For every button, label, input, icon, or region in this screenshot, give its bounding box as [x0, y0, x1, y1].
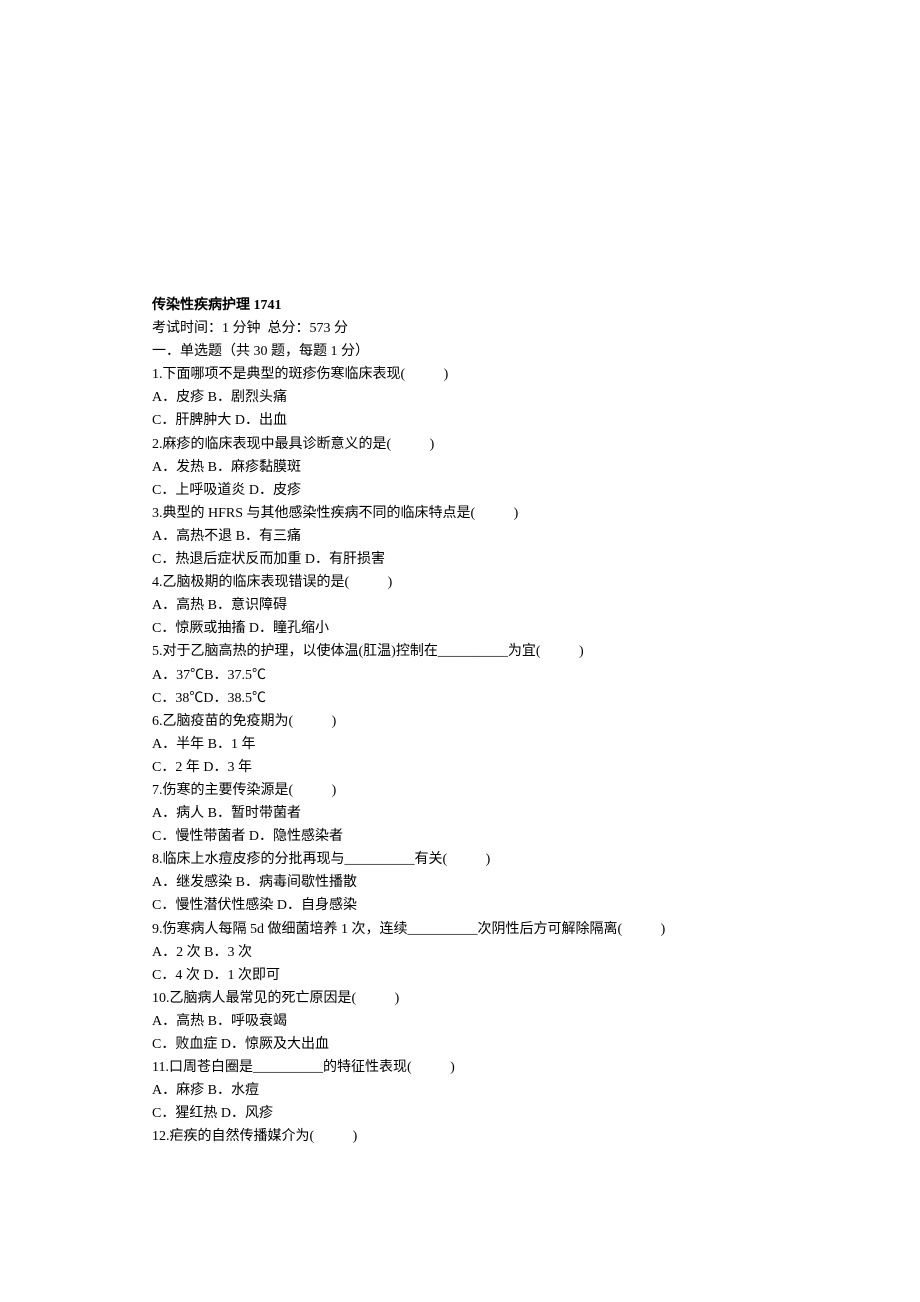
question-text: 12.疟疾的自然传播媒介为( )	[152, 1125, 768, 1148]
options-row-1: A．高热 B．意识障碍	[152, 594, 768, 617]
question-text: 3.典型的 HFRS 与其他感染性疾病不同的临床特点是( )	[152, 502, 768, 525]
options-row-2: C．肝脾肿大 D．出血	[152, 409, 768, 432]
options-row-2: C．猩红热 D．风疹	[152, 1102, 768, 1125]
options-row-1: A．麻疹 B．水痘	[152, 1079, 768, 1102]
options-row-2: C．热退后症状反而加重 D．有肝损害	[152, 548, 768, 571]
options-row-2: C．慢性带菌者 D．隐性感染者	[152, 825, 768, 848]
question-1: 1.下面哪项不是典型的斑疹伤寒临床表现( ) A．皮疹 B．剧烈头痛 C．肝脾肿…	[152, 363, 768, 432]
question-text: 7.伤寒的主要传染源是( )	[152, 779, 768, 802]
question-7: 7.伤寒的主要传染源是( ) A．病人 B．暂时带菌者 C．慢性带菌者 D．隐性…	[152, 779, 768, 848]
exam-meta: 考试时间：1 分钟 总分：573 分	[152, 317, 768, 340]
question-2: 2.麻疹的临床表现中最具诊断意义的是( ) A．发热 B．麻疹黏膜斑 C．上呼吸…	[152, 433, 768, 502]
question-8: 8.临床上水痘皮疹的分批再现与__________有关( ) A．继发感染 B．…	[152, 848, 768, 917]
options-row-2: C．慢性潜伏性感染 D．自身感染	[152, 894, 768, 917]
options-row-1: A．病人 B．暂时带菌者	[152, 802, 768, 825]
question-10: 10.乙脑病人最常见的死亡原因是( ) A．高热 B．呼吸衰竭 C．败血症 D．…	[152, 987, 768, 1056]
options-row-1: A．37℃B．37.5℃	[152, 664, 768, 687]
question-11: 11.口周苍白圈是__________的特征性表现( ) A．麻疹 B．水痘 C…	[152, 1056, 768, 1125]
options-row-1: A．继发感染 B．病毒间歇性播散	[152, 871, 768, 894]
question-6: 6.乙脑疫苗的免疫期为( ) A．半年 B．1 年 C．2 年 D．3 年	[152, 710, 768, 779]
options-row-2: C．败血症 D．惊厥及大出血	[152, 1033, 768, 1056]
options-row-2: C．上呼吸道炎 D．皮疹	[152, 479, 768, 502]
options-row-1: A．皮疹 B．剧烈头痛	[152, 386, 768, 409]
options-row-2: C．38℃D．38.5℃	[152, 687, 768, 710]
section-heading: 一．单选题（共 30 题，每题 1 分）	[152, 340, 768, 363]
question-text: 1.下面哪项不是典型的斑疹伤寒临床表现( )	[152, 363, 768, 386]
options-row-1: A．2 次 B．3 次	[152, 941, 768, 964]
question-9: 9.伤寒病人每隔 5d 做细菌培养 1 次，连续__________次阴性后方可…	[152, 918, 768, 987]
question-3: 3.典型的 HFRS 与其他感染性疾病不同的临床特点是( ) A．高热不退 B．…	[152, 502, 768, 571]
options-row-2: C．2 年 D．3 年	[152, 756, 768, 779]
question-12: 12.疟疾的自然传播媒介为( )	[152, 1125, 768, 1148]
question-text: 6.乙脑疫苗的免疫期为( )	[152, 710, 768, 733]
question-text: 10.乙脑病人最常见的死亡原因是( )	[152, 987, 768, 1010]
options-row-1: A．半年 B．1 年	[152, 733, 768, 756]
question-text: 5.对于乙脑高热的护理，以使体温(肛温)控制在__________为宜( )	[152, 640, 768, 663]
question-text: 8.临床上水痘皮疹的分批再现与__________有关( )	[152, 848, 768, 871]
question-5: 5.对于乙脑高热的护理，以使体温(肛温)控制在__________为宜( ) A…	[152, 640, 768, 709]
question-text: 11.口周苍白圈是__________的特征性表现( )	[152, 1056, 768, 1079]
options-row-1: A．发热 B．麻疹黏膜斑	[152, 456, 768, 479]
document-title: 传染性疾病护理 1741	[152, 294, 768, 317]
options-row-2: C．4 次 D．1 次即可	[152, 964, 768, 987]
question-text: 4.乙脑极期的临床表现错误的是( )	[152, 571, 768, 594]
question-text: 9.伤寒病人每隔 5d 做细菌培养 1 次，连续__________次阴性后方可…	[152, 918, 768, 941]
question-4: 4.乙脑极期的临床表现错误的是( ) A．高热 B．意识障碍 C．惊厥或抽搐 D…	[152, 571, 768, 640]
options-row-1: A．高热不退 B．有三痛	[152, 525, 768, 548]
options-row-1: A．高热 B．呼吸衰竭	[152, 1010, 768, 1033]
question-text: 2.麻疹的临床表现中最具诊断意义的是( )	[152, 433, 768, 456]
options-row-2: C．惊厥或抽搐 D．瞳孔缩小	[152, 617, 768, 640]
